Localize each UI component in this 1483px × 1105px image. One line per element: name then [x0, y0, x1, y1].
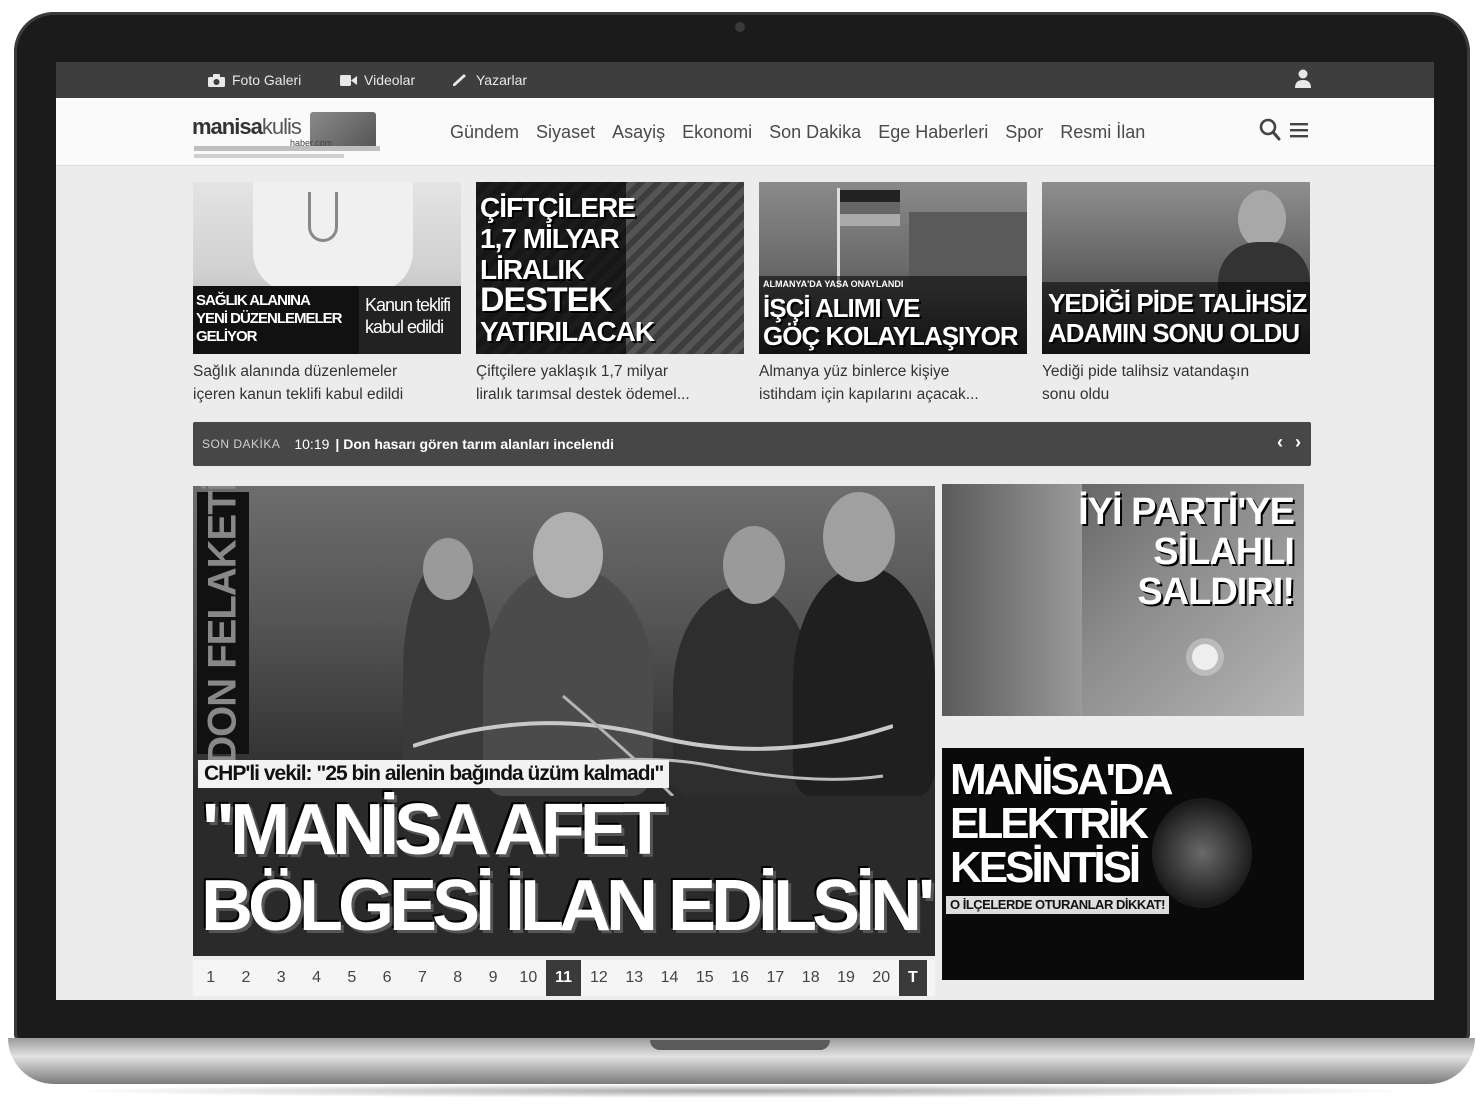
slider-page-20[interactable]: 20 — [864, 960, 899, 996]
slider-page-5[interactable]: 5 — [334, 960, 369, 996]
videos-label: Videolar — [364, 72, 416, 88]
hamburger-menu-icon[interactable] — [1289, 120, 1309, 140]
news-card-4-image: YEDİĞİ PİDE TALİHSİZ ADAMIN SONU OLDU — [1042, 182, 1310, 354]
stethoscope-shape — [308, 192, 338, 242]
side-banner-2-tag: O İLÇELERDE OTURANLAR DİKKAT! — [946, 896, 1169, 914]
person-head-2 — [533, 512, 603, 598]
nav-ege-haberleri[interactable]: Ege Haberleri — [878, 122, 988, 143]
nav-resmi-ilan[interactable]: Resmi İlan — [1060, 122, 1145, 143]
news-card-4[interactable]: YEDİĞİ PİDE TALİHSİZ ADAMIN SONU OLDU Ye… — [1042, 182, 1310, 406]
news-card-4-caption: Yediği pide talihsiz vatandaşın sonu old… — [1042, 363, 1250, 403]
slider-page-12[interactable]: 12 — [581, 960, 616, 996]
logo-tagline — [194, 146, 380, 151]
slider-pagination: 1 2 3 4 5 6 7 8 9 10 11 12 13 14 15 16 17 18 19 20 T — [193, 960, 935, 996]
slider-page-3[interactable]: 3 — [264, 960, 299, 996]
slider-page-9[interactable]: 9 — [475, 960, 510, 996]
headline-slider-image — [193, 486, 935, 796]
side-banner-2[interactable]: MANİSA'DA ELEKTRİK KESİNTİSİ O İLÇELERDE… — [942, 748, 1304, 980]
news-card-1-overlay-title: SAĞLIK ALANINA YENİ DÜZENLEMELER GELİYOR — [196, 292, 343, 345]
laptop-shadow — [60, 1084, 1423, 1098]
slider-headline-line-1: "MANİSA AFET — [201, 790, 667, 870]
main-navigation: Gündem Siyaset Asayiş Ekonomi Son Dakika… — [450, 98, 1145, 166]
news-card-2[interactable]: ÇİFTÇİLERE 1,7 MİLYAR LİRALIK DESTEK YAT… — [476, 182, 744, 406]
nav-son-dakika[interactable]: Son Dakika — [769, 122, 861, 143]
slider-page-7[interactable]: 7 — [405, 960, 440, 996]
ticker-headline[interactable]: | Don hasarı gören tarım alanları incele… — [335, 436, 614, 452]
top-utility-bar: Foto Galeri Videolar Yazarlar — [56, 62, 1434, 98]
site-logo[interactable]: manisakulis haber.com — [192, 104, 382, 162]
slider-page-all[interactable]: T — [898, 960, 927, 996]
news-card-3-image: ALMANYA'DA YASA ONAYLANDI İŞÇİ ALIMI VE … — [759, 182, 1027, 354]
ticker-next-icon[interactable]: › — [1295, 432, 1301, 453]
news-card-3[interactable]: ALMANYA'DA YASA ONAYLANDI İŞÇİ ALIMI VE … — [759, 182, 1027, 406]
nav-asayis[interactable]: Asayiş — [612, 122, 665, 143]
bullet-hole-shape — [1192, 644, 1218, 670]
search-icon[interactable] — [1259, 118, 1281, 142]
news-card-2-image: ÇİFTÇİLERE 1,7 MİLYAR LİRALIK DESTEK YAT… — [476, 182, 744, 354]
person-head-3 — [723, 526, 785, 604]
news-card-1-caption: Sağlık alanında düzenlemeler içeren kanu… — [193, 363, 404, 403]
news-card-3-overlay-title: İŞÇİ ALIMI VE GÖÇ KOLAYLAŞIYOR — [763, 293, 1019, 351]
video-camera-icon — [340, 74, 357, 86]
news-card-3-caption: Almanya yüz binlerce kişiye istihdam içi… — [759, 363, 979, 403]
pen-icon — [453, 73, 466, 86]
breaking-news-ticker: SON DAKİKA 10:19 | Don hasarı gören tarı… — [193, 422, 1311, 466]
browser-screen: Foto Galeri Videolar Yazarlar manisakuli… — [56, 62, 1434, 1000]
ticker-time: 10:19 — [294, 436, 330, 452]
slider-page-10[interactable]: 10 — [511, 960, 546, 996]
side-banner-1[interactable]: İYİ PARTİ'YE SİLAHLI SALDIRI! — [942, 484, 1304, 716]
slider-vertical-title: DON FELAKETİ — [197, 486, 249, 765]
camera-icon — [208, 73, 225, 87]
person-head-1 — [423, 538, 473, 600]
nav-spor[interactable]: Spor — [1005, 122, 1043, 143]
ticker-navigation: ‹ › — [1277, 432, 1301, 453]
flag-shape — [840, 190, 900, 226]
slider-page-14[interactable]: 14 — [652, 960, 687, 996]
news-card-3-overlay-kicker: ALMANYA'DA YASA ONAYLANDI — [763, 279, 904, 289]
videos-link[interactable]: Videolar — [340, 62, 415, 98]
site-header: manisakulis haber.com Gündem Siyaset Asa… — [56, 98, 1434, 166]
slider-page-19[interactable]: 19 — [828, 960, 863, 996]
ticker-prev-icon[interactable]: ‹ — [1277, 432, 1283, 453]
authors-label: Yazarlar — [476, 72, 528, 88]
man-head-shape — [1238, 190, 1286, 248]
slider-page-6[interactable]: 6 — [369, 960, 404, 996]
slider-page-2[interactable]: 2 — [228, 960, 263, 996]
slider-page-1[interactable]: 1 — [193, 960, 228, 996]
nav-gundem[interactable]: Gündem — [450, 122, 519, 143]
laptop-notch — [650, 1040, 830, 1050]
news-card-4-overlay-title: YEDİĞİ PİDE TALİHSİZ ADAMIN SONU OLDU — [1048, 288, 1307, 348]
news-card-2-caption: Çiftçilere yaklaşık 1,7 milyar liralık t… — [476, 363, 690, 403]
slider-page-4[interactable]: 4 — [299, 960, 334, 996]
photo-gallery-label: Foto Galeri — [232, 72, 302, 88]
person-head-4 — [823, 492, 895, 582]
slider-subtitle: CHP'li vekil: "25 bin ailenin bağında üz… — [198, 760, 670, 788]
nav-siyaset[interactable]: Siyaset — [536, 122, 595, 143]
news-card-1[interactable]: SAĞLIK ALANINA YENİ DÜZENLEMELER GELİYOR… — [193, 182, 461, 406]
side-banner-1-title: İYİ PARTİ'YE SİLAHLI SALDIRI! — [1078, 491, 1295, 613]
nav-ekonomi[interactable]: Ekonomi — [682, 122, 752, 143]
webcam — [735, 22, 745, 32]
slider-page-18[interactable]: 18 — [793, 960, 828, 996]
logo-wordmark: manisakulis — [192, 114, 302, 139]
slider-page-17[interactable]: 17 — [758, 960, 793, 996]
photo-gallery-link[interactable]: Foto Galeri — [208, 62, 301, 98]
side-banner-2-title: MANİSA'DA ELEKTRİK KESİNTİSİ — [950, 755, 1174, 892]
user-icon[interactable] — [1294, 68, 1312, 90]
ticker-label: SON DAKİKA — [202, 437, 281, 451]
authors-link[interactable]: Yazarlar — [452, 62, 527, 98]
slider-page-16[interactable]: 16 — [722, 960, 757, 996]
headline-slider[interactable]: DON FELAKETİ CHP'li vekil: "25 bin ailen… — [193, 486, 935, 956]
news-card-1-overlay-subtitle: Kanun teklifi kabul edildi — [365, 295, 451, 337]
news-card-2-overlay-title: ÇİFTÇİLERE 1,7 MİLYAR LİRALIK DESTEK YAT… — [480, 192, 655, 347]
slider-page-15[interactable]: 15 — [687, 960, 722, 996]
slider-page-8[interactable]: 8 — [440, 960, 475, 996]
glass-door-shape — [942, 484, 1082, 716]
logo-tagline-2 — [194, 154, 344, 158]
news-card-1-image: SAĞLIK ALANINA YENİ DÜZENLEMELER GELİYOR… — [193, 182, 461, 354]
slider-page-11[interactable]: 11 — [545, 960, 582, 996]
slider-page-13[interactable]: 13 — [617, 960, 652, 996]
slider-headline-line-2: BÖLGESİ İLAN EDİLSİN" — [201, 866, 935, 946]
